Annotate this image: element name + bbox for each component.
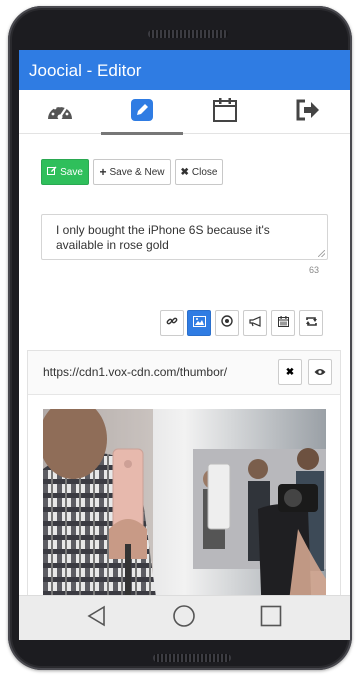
bottom-speaker	[153, 654, 231, 662]
post-text-value: I only bought the iPhone 6S because it's…	[56, 223, 270, 252]
page-title: Joocial - Editor	[29, 61, 142, 80]
tab-editor[interactable]	[101, 90, 183, 135]
tab-bar	[19, 90, 350, 135]
app-screen: Joocial - Editor Save + Save & New ✖ Clo…	[19, 50, 350, 640]
remove-image-button[interactable]: ✖	[278, 359, 302, 385]
calendar-icon	[277, 314, 289, 332]
image-icon	[192, 314, 206, 332]
target-tool-button[interactable]	[215, 310, 239, 336]
back-icon	[86, 605, 108, 632]
home-icon	[172, 604, 196, 633]
dashboard-icon	[46, 99, 74, 126]
eye-icon	[314, 363, 326, 381]
sign-out-icon	[295, 99, 321, 126]
save-and-new-button[interactable]: + Save & New	[93, 159, 171, 185]
plus-icon: +	[99, 165, 107, 179]
close-button[interactable]: ✖ Close	[175, 159, 223, 185]
image-card-header: https://cdn1.vox-cdn.com/thumbor/ ✖	[28, 351, 340, 395]
image-tool-button[interactable]	[187, 310, 211, 336]
resize-grip-icon[interactable]	[318, 250, 325, 257]
image-url: https://cdn1.vox-cdn.com/thumbor/	[43, 365, 228, 379]
tab-dashboard[interactable]	[19, 90, 101, 134]
preview-image-button[interactable]	[308, 359, 332, 385]
save-button[interactable]: Save	[41, 159, 89, 185]
edit-icon	[47, 166, 57, 179]
save-button-label: Save	[60, 166, 83, 178]
recents-icon	[260, 605, 282, 632]
schedule-tool-button[interactable]	[271, 310, 295, 336]
tab-calendar[interactable]	[184, 90, 266, 134]
bullhorn-icon	[248, 314, 262, 332]
close-icon: ✖	[285, 366, 295, 378]
app-bar: Joocial - Editor	[19, 50, 350, 90]
calendar-icon	[212, 97, 238, 128]
tab-logout[interactable]	[267, 90, 349, 134]
save-and-new-label: Save & New	[109, 166, 165, 178]
pencil-icon	[130, 98, 154, 127]
post-text-input[interactable]: I only bought the iPhone 6S because it's…	[41, 214, 328, 260]
character-count: 63	[309, 265, 320, 275]
back-button[interactable]	[67, 596, 127, 640]
earpiece-speaker	[148, 30, 228, 38]
close-icon: ✖	[180, 166, 189, 178]
link-icon	[166, 314, 178, 332]
repeat-tool-button[interactable]	[299, 310, 323, 336]
link-tool-button[interactable]	[160, 310, 184, 336]
close-button-label: Close	[191, 166, 218, 178]
recents-button[interactable]	[241, 596, 301, 640]
announce-tool-button[interactable]	[243, 310, 267, 336]
dot-circle-icon	[221, 314, 233, 332]
android-nav-bar	[19, 595, 350, 640]
home-button[interactable]	[154, 596, 214, 640]
retweet-icon	[305, 314, 318, 332]
